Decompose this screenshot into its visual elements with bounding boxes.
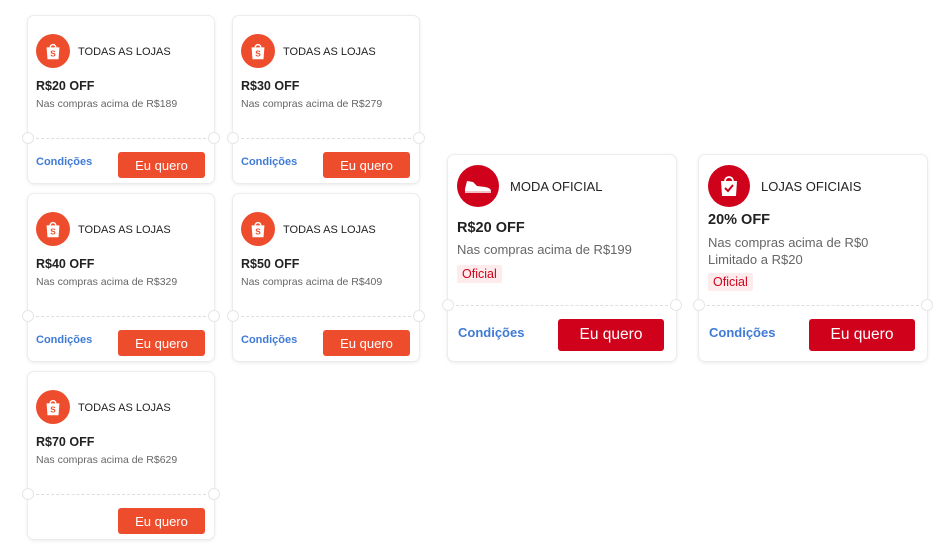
claim-button[interactable]: Eu quero [558,319,664,351]
svg-text:S: S [50,50,56,59]
svg-text:S: S [50,228,56,237]
conditions-link[interactable]: Condições [36,334,92,346]
minimum-purchase: Nas compras acima de R$0 [708,235,869,250]
store-name: TODAS AS LOJAS [283,46,376,58]
divider [241,316,411,317]
official-voucher-card: LOJAS OFICIAIS 20% OFF Nas compras acima… [693,155,933,361]
store-name: TODAS AS LOJAS [78,46,171,58]
official-tag: Oficial [457,265,502,283]
svg-text:S: S [255,50,261,59]
discount-title: R$70 OFF [36,435,95,449]
official-voucher-card: MODA OFICIAL R$20 OFF Nas compras acima … [442,155,682,361]
shopee-bag-icon: S [241,212,275,246]
store-name: TODAS AS LOJAS [283,224,376,236]
store-name: TODAS AS LOJAS [78,402,171,414]
ticket-notch [22,310,34,322]
divider [36,494,206,495]
conditions-link[interactable]: Condições [458,325,524,340]
discount-title: R$30 OFF [241,79,300,93]
claim-button[interactable]: Eu quero [809,319,915,351]
conditions-link[interactable]: Condições [709,325,775,340]
minimum-purchase: Nas compras acima de R$189 [36,98,178,110]
shopee-bag-icon: S [36,212,70,246]
claim-button[interactable]: Eu quero [323,152,410,178]
claim-button[interactable]: Eu quero [118,508,205,534]
ticket-notch [208,488,220,500]
ticket-notch [442,299,454,311]
divider [456,305,668,306]
discount-title: 20% OFF [708,212,771,228]
claim-button[interactable]: Eu quero [118,330,205,356]
discount-title: R$20 OFF [36,79,95,93]
voucher-card: S TODAS AS LOJAS R$50 OFF Nas compras ac… [227,194,425,361]
claim-button[interactable]: Eu quero [323,330,410,356]
store-name: MODA OFICIAL [510,179,603,194]
ticket-notch [22,132,34,144]
shopee-bag-icon: S [36,390,70,424]
ticket-notch [208,132,220,144]
discount-title: R$20 OFF [457,220,525,236]
svg-text:S: S [255,228,261,237]
voucher-card: S TODAS AS LOJAS R$20 OFF Nas compras ac… [22,16,220,183]
conditions-link[interactable]: Condições [36,156,92,168]
svg-text:S: S [50,406,56,415]
verified-bag-icon [708,165,750,207]
ticket-notch [227,310,239,322]
minimum-purchase: Nas compras acima de R$279 [241,98,383,110]
divider [36,138,206,139]
ticket-notch [22,488,34,500]
ticket-notch [693,299,705,311]
discount-limit: Limitado a R$20 [708,252,803,267]
minimum-purchase: Nas compras acima de R$409 [241,276,383,288]
discount-title: R$40 OFF [36,257,95,271]
minimum-purchase: Nas compras acima de R$329 [36,276,178,288]
divider [241,138,411,139]
ticket-notch [413,310,425,322]
divider [36,316,206,317]
ticket-notch [227,132,239,144]
minimum-purchase: Nas compras acima de R$199 [457,242,632,257]
ticket-notch [670,299,682,311]
voucher-card: S TODAS AS LOJAS R$70 OFF Nas compras ac… [22,372,220,539]
store-name: LOJAS OFICIAIS [761,179,862,194]
conditions-link[interactable]: Condições [241,156,297,168]
claim-button[interactable]: Eu quero [118,152,205,178]
shopee-bag-icon: S [36,34,70,68]
discount-title: R$50 OFF [241,257,300,271]
divider [707,305,919,306]
ticket-notch [208,310,220,322]
conditions-link[interactable]: Condições [241,334,297,346]
ticket-notch [413,132,425,144]
store-name: TODAS AS LOJAS [78,224,171,236]
official-tag: Oficial [708,273,753,291]
ticket-notch [921,299,933,311]
voucher-card: S TODAS AS LOJAS R$30 OFF Nas compras ac… [227,16,425,183]
shopee-bag-icon: S [241,34,275,68]
sneaker-icon [457,165,499,207]
minimum-purchase: Nas compras acima de R$629 [36,454,178,466]
voucher-card: S TODAS AS LOJAS R$40 OFF Nas compras ac… [22,194,220,361]
